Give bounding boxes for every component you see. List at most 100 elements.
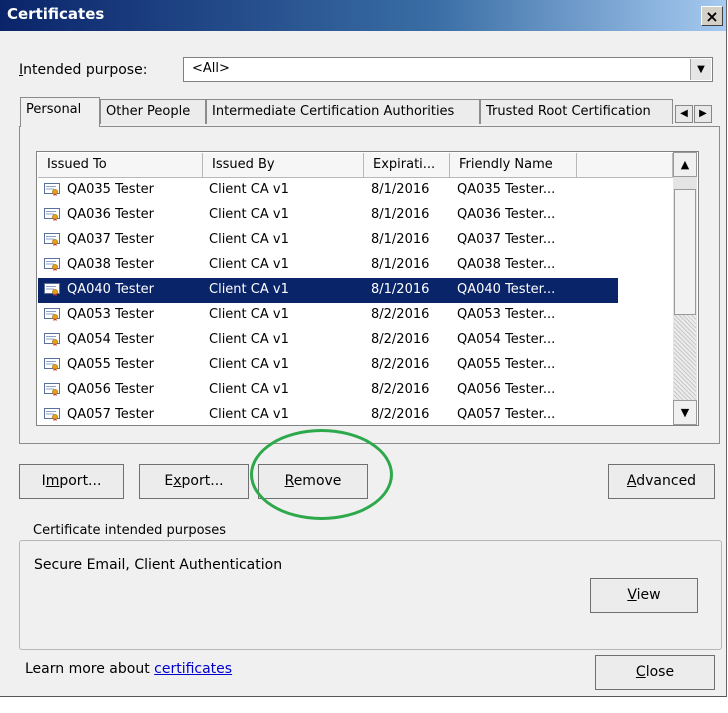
export-button-label-post: port... bbox=[181, 473, 224, 489]
cell-issued-by: Client CA v1 bbox=[209, 257, 289, 272]
cell-expiration: 8/1/2016 bbox=[371, 282, 430, 297]
cell-friendly-name: QA038 Tester... bbox=[457, 257, 556, 272]
cell-issued-to: QA056 Tester bbox=[67, 382, 155, 397]
cell-friendly-name: QA036 Tester... bbox=[457, 207, 556, 222]
table-row[interactable]: QA036 Tester Client CA v1 8/1/2016 QA036 Te… bbox=[38, 203, 618, 228]
certificate-icon bbox=[44, 233, 60, 246]
certificate-icon bbox=[44, 358, 60, 371]
scroll-down-icon[interactable]: ▼ bbox=[673, 400, 697, 425]
column-expiration[interactable]: Expirati... bbox=[364, 153, 450, 178]
export-button-label-pre: E bbox=[164, 473, 174, 489]
table-row[interactable]: QA035 Tester Client CA v1 8/1/2016 QA035 Te… bbox=[38, 178, 618, 203]
certificate-icon bbox=[44, 408, 60, 421]
tab-scroll-left-icon[interactable]: ◀ bbox=[675, 105, 693, 123]
cell-issued-to: QA055 Tester bbox=[67, 357, 155, 372]
certificates-dialog: Certificates × Intended purpose: <All> ▼… bbox=[0, 0, 727, 697]
intended-purposes-value: Secure Email, Client Authentication bbox=[34, 557, 283, 573]
cell-issued-to: QA036 Tester bbox=[67, 207, 155, 222]
certificate-list[interactable]: Issued To Issued By Expirati... Friendly… bbox=[36, 151, 699, 426]
table-row[interactable]: QA038 Tester Client CA v1 8/1/2016 QA038 Te… bbox=[38, 253, 618, 278]
table-row[interactable]: QA056 Tester Client CA v1 8/2/2016 QA056 Te… bbox=[38, 378, 618, 403]
cell-issued-to: QA057 Tester bbox=[67, 407, 155, 422]
certificate-icon bbox=[44, 208, 60, 221]
scroll-thumb[interactable] bbox=[674, 189, 696, 315]
cell-friendly-name: QA057 Tester... bbox=[457, 407, 556, 422]
title-bar[interactable]: Certificates × bbox=[0, 0, 726, 31]
cell-expiration: 8/2/2016 bbox=[371, 382, 430, 397]
tab-scroll-buttons: ◀ ▶ bbox=[675, 104, 713, 123]
advanced-button[interactable]: Advanced bbox=[608, 464, 715, 499]
advanced-button-accesskey: A bbox=[626, 473, 637, 489]
tab-intermediate-ca[interactable]: Intermediate Certification Authorities bbox=[206, 99, 480, 124]
table-row[interactable]: QA054 Tester Client CA v1 8/2/2016 QA054 Te… bbox=[38, 328, 618, 353]
learn-more-prefix: Learn more about bbox=[25, 661, 155, 677]
table-row[interactable]: QA053 Tester Client CA v1 8/2/2016 QA053 Te… bbox=[38, 303, 618, 328]
cell-expiration: 8/1/2016 bbox=[371, 232, 430, 247]
tab-personal[interactable]: Personal bbox=[20, 97, 100, 127]
cell-issued-to: QA038 Tester bbox=[67, 257, 155, 272]
cell-expiration: 8/1/2016 bbox=[371, 182, 430, 197]
close-button-accesskey: C bbox=[635, 664, 646, 680]
certificate-icon bbox=[44, 333, 60, 346]
table-row[interactable]: QA037 Tester Client CA v1 8/1/2016 QA037 Te… bbox=[38, 228, 618, 253]
column-issued-by[interactable]: Issued By bbox=[203, 153, 364, 178]
table-row[interactable]: QA057 Tester Client CA v1 8/2/2016 QA057 Te… bbox=[38, 403, 618, 425]
column-issued-to[interactable]: Issued To bbox=[38, 153, 203, 178]
certificate-store-tabs: Personal Other People Intermediate Certi… bbox=[20, 97, 720, 127]
learn-more-text: Learn more about certificates bbox=[25, 661, 232, 677]
certificate-icon bbox=[44, 383, 60, 396]
scroll-up-icon[interactable]: ▲ bbox=[673, 152, 697, 177]
cell-issued-to: QA035 Tester bbox=[67, 182, 155, 197]
intended-purposes-legend: Certificate intended purposes bbox=[30, 523, 230, 538]
close-button[interactable]: Close bbox=[595, 655, 715, 690]
certificate-icon bbox=[44, 308, 60, 321]
column-empty bbox=[577, 153, 673, 178]
cell-issued-by: Client CA v1 bbox=[209, 307, 289, 322]
view-button[interactable]: View bbox=[590, 578, 698, 613]
advanced-button-label-post: dvanced bbox=[636, 473, 697, 489]
window-title: Certificates bbox=[7, 5, 105, 23]
close-window-button[interactable]: × bbox=[701, 6, 723, 26]
cell-expiration: 8/2/2016 bbox=[371, 332, 430, 347]
remove-button[interactable]: Remove bbox=[258, 464, 368, 499]
view-button-label-post: iew bbox=[636, 587, 661, 603]
dropdown-arrow-icon[interactable]: ▼ bbox=[690, 59, 711, 80]
export-button[interactable]: Export... bbox=[139, 464, 249, 499]
table-row-selected[interactable]: QA040 Tester Client CA v1 8/1/2016 QA040 Te… bbox=[38, 278, 618, 303]
close-button-label-post: lose bbox=[645, 664, 675, 680]
background-page-fragment bbox=[0, 697, 728, 713]
cell-issued-by: Client CA v1 bbox=[209, 332, 289, 347]
cell-issued-by: Client CA v1 bbox=[209, 407, 289, 422]
export-button-accesskey: x bbox=[173, 473, 182, 489]
tab-label: Trusted Root Certification bbox=[486, 104, 651, 119]
cell-expiration: 8/2/2016 bbox=[371, 407, 430, 422]
view-button-accesskey: V bbox=[627, 587, 637, 603]
list-header: Issued To Issued By Expirati... Friendly… bbox=[38, 153, 673, 178]
certificate-icon bbox=[44, 183, 60, 196]
scroll-track[interactable] bbox=[674, 315, 696, 400]
intended-purpose-label: Intended purpose: bbox=[19, 62, 147, 78]
import-button[interactable]: Import... bbox=[19, 464, 124, 499]
tab-other-people[interactable]: Other People bbox=[100, 99, 206, 124]
cell-issued-to: QA054 Tester bbox=[67, 332, 155, 347]
remove-button-label-post: emove bbox=[293, 473, 342, 489]
cell-issued-to: QA037 Tester bbox=[67, 232, 155, 247]
certificates-link[interactable]: certificates bbox=[154, 661, 232, 677]
import-button-label-post: port... bbox=[59, 473, 102, 489]
cell-expiration: 8/2/2016 bbox=[371, 307, 430, 322]
cell-friendly-name: QA053 Tester... bbox=[457, 307, 556, 322]
cell-friendly-name: QA055 Tester... bbox=[457, 357, 556, 372]
cell-expiration: 8/2/2016 bbox=[371, 357, 430, 372]
cell-expiration: 8/1/2016 bbox=[371, 207, 430, 222]
table-row[interactable]: QA055 Tester Client CA v1 8/2/2016 QA055 Te… bbox=[38, 353, 618, 378]
column-friendly-name[interactable]: Friendly Name bbox=[450, 153, 577, 178]
intended-purpose-label-text: ntended purpose: bbox=[23, 62, 148, 78]
list-vertical-scrollbar[interactable]: ▲ ▼ bbox=[673, 152, 697, 425]
tab-label: Other People bbox=[106, 104, 191, 119]
intended-purpose-combo[interactable]: <All> ▼ bbox=[183, 57, 713, 82]
tab-trusted-root-ca[interactable]: Trusted Root Certification bbox=[480, 99, 673, 124]
import-button-accesskey: m bbox=[45, 473, 60, 489]
cell-issued-by: Client CA v1 bbox=[209, 382, 289, 397]
cell-issued-by: Client CA v1 bbox=[209, 282, 289, 297]
tab-scroll-right-icon[interactable]: ▶ bbox=[694, 105, 712, 123]
